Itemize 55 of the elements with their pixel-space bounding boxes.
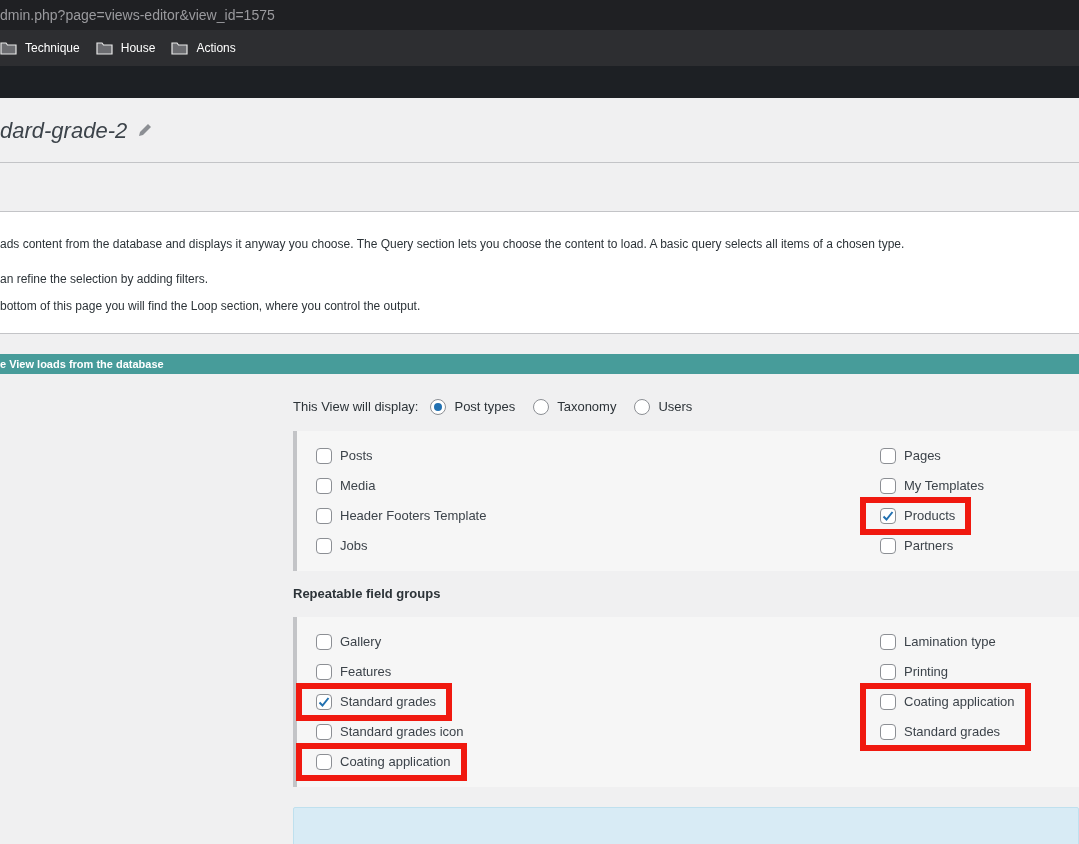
checkbox-label: Coating application bbox=[904, 693, 1015, 712]
checkbox[interactable] bbox=[316, 538, 332, 554]
radio-label: Taxonomy bbox=[557, 398, 617, 417]
group-heading: Repeatable field groups bbox=[293, 585, 442, 604]
checkbox[interactable] bbox=[316, 634, 332, 650]
checkbox[interactable] bbox=[880, 478, 896, 494]
bookmark-folder[interactable]: House bbox=[95, 39, 156, 57]
checkbox-label: My Templates bbox=[904, 477, 984, 496]
checkbox[interactable] bbox=[880, 664, 896, 680]
radio-label: Post types bbox=[454, 398, 516, 417]
bookmark-folder[interactable]: Technique bbox=[0, 39, 80, 57]
radio-button[interactable] bbox=[533, 399, 550, 415]
intro-text: an refine the selection by adding filters. bbox=[0, 271, 210, 288]
checkbox-label: Products bbox=[904, 507, 956, 526]
checkbox[interactable] bbox=[880, 508, 896, 524]
checkbox-label: Partners bbox=[904, 537, 954, 556]
checkbox-label: Standard grades bbox=[904, 723, 1001, 742]
checkbox-label: Posts bbox=[340, 447, 373, 466]
checkbox[interactable] bbox=[880, 634, 896, 650]
section-header: e View loads from the database bbox=[0, 354, 1079, 374]
checkbox[interactable] bbox=[880, 724, 896, 740]
checkbox[interactable] bbox=[316, 664, 332, 680]
url-text[interactable]: dmin.php?page=views-editor&view_id=1575 bbox=[0, 4, 275, 26]
radio-button[interactable] bbox=[634, 399, 651, 415]
checkbox[interactable] bbox=[880, 694, 896, 710]
checkbox[interactable] bbox=[316, 724, 332, 740]
checkbox-label: Features bbox=[340, 663, 392, 682]
checkbox[interactable] bbox=[880, 538, 896, 554]
checkbox[interactable] bbox=[316, 754, 332, 770]
intro-text: bottom of this page you will find the Loop section, where you control the output. bbox=[0, 298, 422, 315]
folder-icon bbox=[0, 41, 17, 55]
radio-label: Users bbox=[658, 398, 693, 417]
checkbox-label: Coating application bbox=[340, 753, 451, 772]
bookmark-folder[interactable]: Actions bbox=[171, 39, 236, 57]
checkbox-label: Gallery bbox=[340, 633, 382, 652]
checkbox-label: Standard grades icon bbox=[340, 723, 464, 742]
checkbox[interactable] bbox=[316, 694, 332, 710]
checkbox-label: Pages bbox=[904, 447, 941, 466]
display-label: This View will display: bbox=[293, 398, 419, 417]
checkbox-label: Media bbox=[340, 477, 376, 496]
checkbox-label: Standard grades bbox=[340, 693, 437, 712]
radio-button[interactable] bbox=[430, 399, 447, 415]
checkbox-label: Printing bbox=[904, 663, 949, 682]
view-title: dard-grade-2 bbox=[0, 116, 128, 145]
checkbox[interactable] bbox=[316, 508, 332, 524]
intro-text: ads content from the database and displays it anyway you choose. The Query section lets you choose the content to load. A basic query selects all items of a chosen type. bbox=[0, 236, 906, 253]
checkbox[interactable] bbox=[316, 478, 332, 494]
folder-icon bbox=[95, 41, 113, 55]
checkbox[interactable] bbox=[880, 448, 896, 464]
checkbox-label: Header Footers Template bbox=[340, 507, 487, 526]
checkbox[interactable] bbox=[316, 448, 332, 464]
checkbox-label: Lamination type bbox=[904, 633, 996, 652]
pencil-icon[interactable] bbox=[137, 122, 154, 138]
checkbox-label: Jobs bbox=[340, 537, 368, 556]
folder-icon bbox=[171, 41, 189, 55]
